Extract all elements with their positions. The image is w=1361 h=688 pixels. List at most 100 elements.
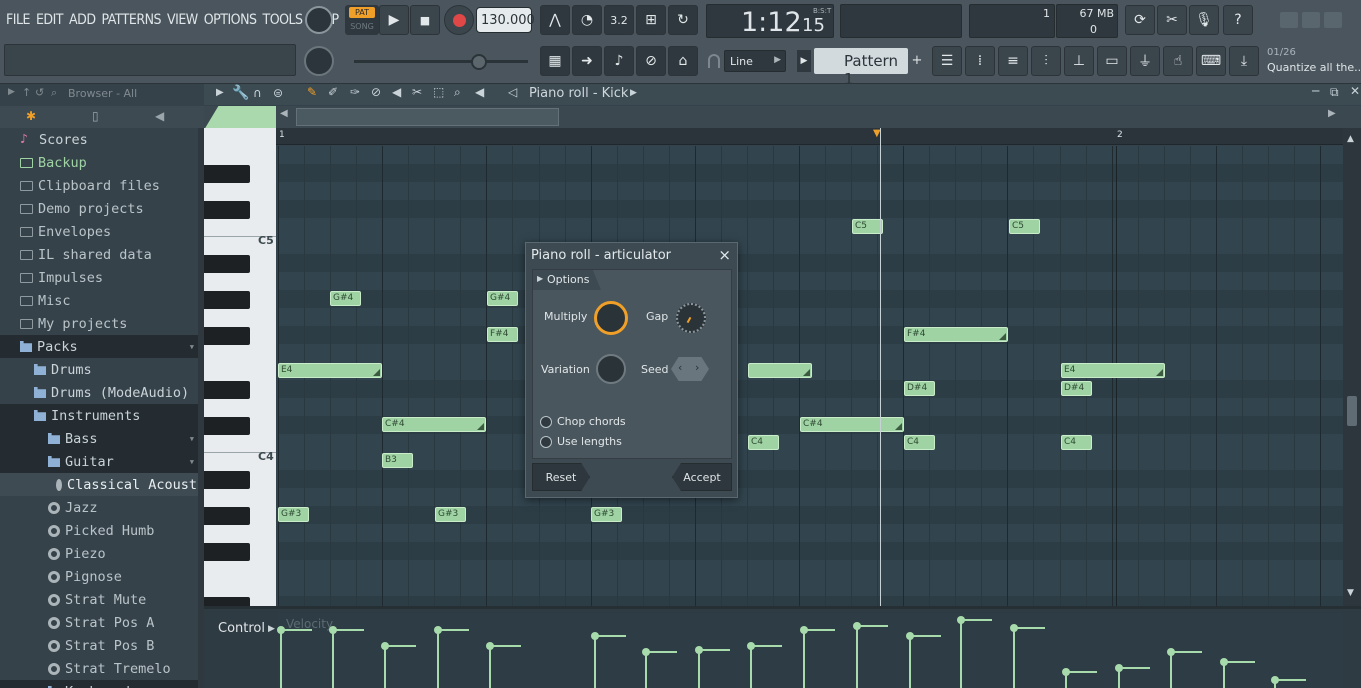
note[interactable]: E4 — [278, 363, 382, 378]
song-position-display[interactable]: 1:12 15 B:S:T — [706, 4, 834, 38]
black-key[interactable] — [204, 165, 250, 183]
note[interactable] — [748, 363, 812, 378]
menu-add[interactable]: ADD — [67, 12, 98, 28]
black-key[interactable] — [204, 543, 250, 561]
black-key[interactable] — [204, 327, 250, 345]
browser-item[interactable]: Instruments — [0, 404, 198, 427]
variation-knob[interactable] — [596, 354, 626, 384]
vscroll-down-arrow[interactable]: ▼ — [1347, 588, 1354, 598]
browser-item[interactable]: Packs ▼ — [0, 335, 198, 358]
slide-button[interactable]: ♪ — [604, 46, 634, 76]
paint-icon[interactable]: ✑ — [350, 85, 360, 99]
maximize-button[interactable] — [1302, 12, 1320, 28]
note[interactable]: G#4 — [487, 291, 518, 306]
use-lengths-radio[interactable] — [540, 436, 552, 448]
velocity-bar[interactable] — [1167, 648, 1202, 688]
play-button[interactable]: ▶ — [379, 5, 409, 35]
typing-keyboard-button[interactable]: ⌨ — [1196, 46, 1226, 76]
velocity-bar[interactable] — [695, 646, 730, 688]
velocity-bar[interactable] — [1115, 664, 1150, 688]
close-window-button[interactable] — [1324, 12, 1342, 28]
browser-item[interactable]: Envelopes — [0, 220, 198, 243]
velocity-bar[interactable] — [747, 642, 782, 688]
browser-item[interactable]: Strat Pos A — [0, 611, 198, 634]
browser-item[interactable]: Demo projects — [0, 197, 198, 220]
pitch-slider-handle[interactable] — [471, 54, 487, 70]
delete-tool-icon[interactable]: ⊘ — [371, 85, 381, 99]
pitch-slider[interactable] — [354, 60, 528, 63]
browser-undo-icon[interactable]: ↺ — [35, 86, 44, 99]
velocity-bar[interactable] — [642, 648, 677, 688]
browser-item[interactable]: Backup — [0, 151, 198, 174]
note[interactable]: C#4 — [382, 417, 486, 432]
project-button[interactable]: ▭ — [1097, 46, 1127, 76]
velocity-bar[interactable] — [486, 642, 521, 688]
tempo-display[interactable]: 130.000 — [476, 7, 535, 33]
browser-item[interactable]: Drums — [0, 358, 198, 381]
browser-tab-files-icon[interactable]: ▯ — [92, 109, 99, 123]
velocity-bar[interactable] — [1010, 624, 1045, 688]
browser-tree-button[interactable]: ⊥ — [1064, 46, 1094, 76]
browser-item[interactable]: Strat Tremelo — [0, 657, 198, 680]
step-edit-button[interactable]: ⊞ — [636, 5, 666, 35]
mixer-button[interactable]: ⫶ — [1031, 46, 1061, 76]
menu-patterns[interactable]: PATTERNS — [100, 12, 164, 28]
countdown-button[interactable]: 3.2 — [604, 5, 634, 35]
browser-search-icon[interactable]: ⌕ — [51, 86, 57, 100]
browser-item[interactable]: Bass ▼ — [0, 427, 198, 450]
velocity-bar[interactable] — [957, 616, 992, 688]
browser-item[interactable]: Misc — [0, 289, 198, 312]
seed-stepper[interactable]: ‹ › — [671, 357, 709, 381]
note[interactable]: G#3 — [278, 507, 309, 522]
vscroll-thumb[interactable] — [1347, 396, 1357, 426]
minimize-button[interactable] — [1280, 12, 1298, 28]
black-key[interactable] — [204, 417, 250, 435]
browser-item[interactable]: Keyboard — [0, 680, 198, 688]
velocity-bar[interactable] — [1062, 668, 1097, 688]
note[interactable]: C4 — [748, 435, 779, 450]
link-button[interactable]: ⊘ — [636, 46, 666, 76]
browser-item[interactable]: Strat Pos B — [0, 634, 198, 657]
velocity-bar[interactable] — [591, 632, 626, 688]
pat-song-toggle[interactable]: PAT SONG — [345, 5, 379, 35]
master-volume-knob[interactable] — [305, 6, 333, 34]
browser-item[interactable]: Picked Humb — [0, 519, 198, 542]
note[interactable]: C5 — [1009, 219, 1040, 234]
browser-item[interactable]: Piezo — [0, 542, 198, 565]
browser-item[interactable]: Jazz — [0, 496, 198, 519]
plugin-button[interactable]: ⏚ — [1130, 46, 1160, 76]
timeline-ruler[interactable]: 1 2 ▼ — [276, 128, 1343, 145]
browser-item[interactable]: IL shared data — [0, 243, 198, 266]
stop-button[interactable]: ■ — [410, 5, 440, 35]
slice-tool-icon[interactable]: ✂ — [412, 85, 422, 99]
multiply-knob[interactable] — [594, 301, 628, 335]
stamp-button[interactable]: ⌂ — [668, 46, 698, 76]
velocity-bar[interactable] — [906, 632, 941, 688]
expand-chevron-icon[interactable]: ▼ — [190, 458, 194, 466]
piano-keyboard[interactable]: C5 C4 — [204, 128, 276, 615]
chop-chords-label[interactable]: Chop chords — [557, 415, 626, 428]
seed-prev-icon[interactable]: ‹ — [678, 361, 682, 374]
browser-item[interactable]: Impulses — [0, 266, 198, 289]
select-tool-icon[interactable]: ⬚ — [433, 85, 444, 99]
control-label[interactable]: Control — [218, 621, 265, 636]
seed-next-icon[interactable]: › — [695, 361, 699, 374]
metronome-button[interactable]: ⋀ — [540, 5, 570, 35]
velocity-bar[interactable] — [1220, 658, 1255, 688]
online-button[interactable]: ⟳ — [1125, 5, 1155, 35]
black-key[interactable] — [204, 201, 250, 219]
note[interactable]: G#3 — [435, 507, 466, 522]
menu-options[interactable]: OPTIONS — [202, 12, 259, 28]
browser-menu-icon[interactable]: ▶ — [8, 87, 15, 97]
note[interactable]: B3 — [382, 453, 413, 468]
pencil-icon[interactable]: ✎ — [307, 85, 317, 99]
vscroll-up-arrow[interactable]: ▲ — [1347, 134, 1354, 144]
expand-chevron-icon[interactable]: ▼ — [190, 343, 194, 351]
browser-up-icon[interactable]: ↑ — [22, 86, 31, 99]
overview-scroll-left[interactable]: ◀ — [280, 108, 294, 126]
velocity-bar[interactable] — [1271, 676, 1306, 688]
download-button[interactable]: ⤓ — [1229, 46, 1259, 76]
mute-tool-icon[interactable]: ◀ — [392, 85, 401, 99]
velocity-bar[interactable] — [800, 626, 835, 688]
use-lengths-label[interactable]: Use lengths — [557, 435, 622, 448]
